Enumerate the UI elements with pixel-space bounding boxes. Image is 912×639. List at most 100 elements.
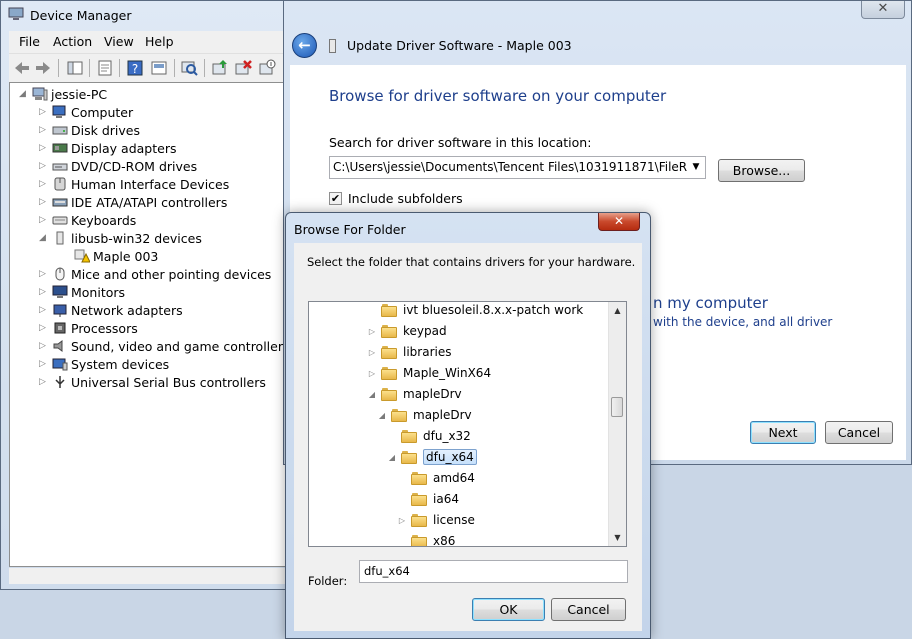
tree-category-label: Monitors xyxy=(71,284,126,300)
collapse-icon[interactable]: ◢ xyxy=(387,453,397,462)
action-view-icon[interactable] xyxy=(149,58,169,78)
expand-icon[interactable]: ▷ xyxy=(38,377,47,387)
collapse-icon[interactable]: ◢ xyxy=(38,233,47,243)
expand-icon[interactable]: ▷ xyxy=(38,107,47,117)
folder-icon xyxy=(381,387,397,401)
forward-arrow-icon[interactable] xyxy=(33,58,53,78)
tree-root[interactable]: ◢ jessie-PC xyxy=(18,85,107,103)
menu-action[interactable]: Action xyxy=(53,34,92,49)
tree-category[interactable]: ▷ Monitors xyxy=(38,283,125,301)
tree-device[interactable]: Maple 003 xyxy=(74,247,158,265)
close-button[interactable]: ✕ xyxy=(861,1,905,19)
folder-tree[interactable]: ivt bluesoleil.8.x.x-patch work ▷ keypad ▷ l… xyxy=(308,301,627,547)
expand-icon[interactable]: ▷ xyxy=(38,269,47,279)
display-adapter-icon xyxy=(52,143,68,153)
collapse-icon[interactable]: ◢ xyxy=(377,411,387,420)
scan-hardware-icon[interactable] xyxy=(179,58,199,78)
tree-device-label: Maple 003 xyxy=(93,248,159,264)
tree-category[interactable]: ▷ IDE ATA/ATAPI controllers xyxy=(38,193,227,211)
folder-tree-item[interactable]: amd64 xyxy=(397,468,475,488)
browse-button[interactable]: Browse... xyxy=(718,159,805,182)
folder-icon xyxy=(381,366,397,380)
expand-icon[interactable]: ▷ xyxy=(38,287,47,297)
monitor-icon xyxy=(52,285,68,298)
expand-icon[interactable]: ▷ xyxy=(38,359,47,369)
expand-icon[interactable]: ▷ xyxy=(367,348,377,357)
network-adapter-icon xyxy=(53,304,67,317)
expand-icon[interactable]: ▷ xyxy=(397,516,407,525)
expand-icon[interactable]: ▷ xyxy=(367,369,377,378)
show-hide-tree-icon[interactable] xyxy=(65,58,85,78)
tree-category[interactable]: ▷ Processors xyxy=(38,319,138,337)
expand-icon[interactable]: ▷ xyxy=(38,197,47,207)
menu-view[interactable]: View xyxy=(104,34,134,49)
folder-tree-item[interactable]: ia64 xyxy=(397,489,459,509)
svg-text:?: ? xyxy=(132,62,138,76)
expand-icon[interactable]: ▷ xyxy=(38,125,47,135)
tree-category[interactable]: ▷ Keyboards xyxy=(38,211,136,229)
tree-category[interactable]: ▷ Universal Serial Bus controllers xyxy=(38,373,266,391)
folder-tree-item[interactable]: ▷ keypad xyxy=(367,321,447,341)
tree-category[interactable]: ▷ Computer xyxy=(38,103,133,121)
expand-icon[interactable]: ▷ xyxy=(38,143,47,153)
tree-category[interactable]: ▷ DVD/CD-ROM drives xyxy=(38,157,197,175)
back-button[interactable]: ← xyxy=(292,33,317,58)
system-device-icon xyxy=(52,358,68,371)
tree-root-label: jessie-PC xyxy=(51,86,108,102)
title-bar: Device Manager xyxy=(1,1,299,31)
include-subfolders-checkbox[interactable]: ✔ xyxy=(329,192,342,205)
cancel-button[interactable]: Cancel xyxy=(551,598,626,621)
cancel-button[interactable]: Cancel xyxy=(825,421,893,444)
tree-category[interactable]: ▷ Disk drives xyxy=(38,121,140,139)
processor-icon xyxy=(54,322,66,334)
folder-tree-item[interactable]: ivt bluesoleil.8.x.x-patch work xyxy=(367,302,583,320)
help-icon[interactable]: ? xyxy=(125,58,145,78)
folder-tree-item[interactable]: ◢ dfu_x64 xyxy=(387,447,477,467)
menu-file[interactable]: File xyxy=(19,34,40,49)
disable-device-icon[interactable] xyxy=(257,58,277,78)
expand-icon[interactable]: ▷ xyxy=(367,327,377,336)
tree-category[interactable]: ▷ Human Interface Devices xyxy=(38,175,229,193)
driver-path-combobox[interactable]: C:\Users\jessie\Documents\Tencent Files\… xyxy=(329,156,706,179)
expand-icon[interactable]: ▷ xyxy=(38,305,47,315)
folder-tree-item[interactable]: ▷ license xyxy=(397,510,475,530)
tree-category-label: Disk drives xyxy=(71,122,140,138)
next-button[interactable]: Next xyxy=(750,421,816,444)
expand-icon[interactable]: ▷ xyxy=(38,341,47,351)
update-driver-icon[interactable] xyxy=(210,58,230,78)
tree-category[interactable]: ▷ System devices xyxy=(38,355,169,373)
menu-help[interactable]: Help xyxy=(145,34,174,49)
tree-category[interactable]: ▷ Network adapters xyxy=(38,301,183,319)
expand-icon[interactable]: ▷ xyxy=(38,179,47,189)
tree-category[interactable]: ▷ Mice and other pointing devices xyxy=(38,265,271,283)
ok-button[interactable]: OK xyxy=(472,598,545,621)
ide-controller-icon xyxy=(52,198,68,207)
back-arrow-icon[interactable] xyxy=(12,58,32,78)
properties-icon[interactable] xyxy=(95,58,115,78)
expand-icon[interactable]: ▷ xyxy=(38,215,47,225)
collapse-icon[interactable]: ◢ xyxy=(18,89,27,99)
folder-tree-item[interactable]: ◢ mapleDrv xyxy=(367,384,462,404)
expand-icon[interactable]: ▷ xyxy=(38,323,47,333)
folder-tree-item[interactable]: ▷ Maple_WinX64 xyxy=(367,363,491,383)
folder-tree-item[interactable]: dfu_x32 xyxy=(387,426,471,446)
dropdown-arrow-icon[interactable]: ▼ xyxy=(687,157,705,178)
close-button[interactable]: ✕ xyxy=(598,213,640,231)
page-heading: Browse for driver software on your compu… xyxy=(329,87,667,105)
folder-input[interactable]: dfu_x64 xyxy=(359,560,628,583)
folder-tree-item[interactable]: x86 xyxy=(397,531,455,546)
option-title-partial[interactable]: n my computer xyxy=(653,294,768,312)
vertical-scrollbar[interactable]: ▲ ▼ xyxy=(608,302,626,546)
scrollbar-thumb[interactable] xyxy=(611,397,623,417)
scroll-down-icon[interactable]: ▼ xyxy=(609,529,626,546)
folder-tree-item[interactable]: ▷ libraries xyxy=(367,342,452,362)
scroll-up-icon[interactable]: ▲ xyxy=(609,302,626,319)
folder-tree-item[interactable]: ◢ mapleDrv xyxy=(377,405,472,425)
uninstall-icon[interactable] xyxy=(233,58,253,78)
tree-category[interactable]: ◢ libusb-win32 devices xyxy=(38,229,202,247)
expand-icon[interactable]: ▷ xyxy=(38,161,47,171)
collapse-icon[interactable]: ◢ xyxy=(367,390,377,399)
tree-category[interactable]: ▷ Sound, video and game controllers xyxy=(38,337,289,355)
folder-label: keypad xyxy=(403,324,447,338)
tree-category[interactable]: ▷ Display adapters xyxy=(38,139,176,157)
